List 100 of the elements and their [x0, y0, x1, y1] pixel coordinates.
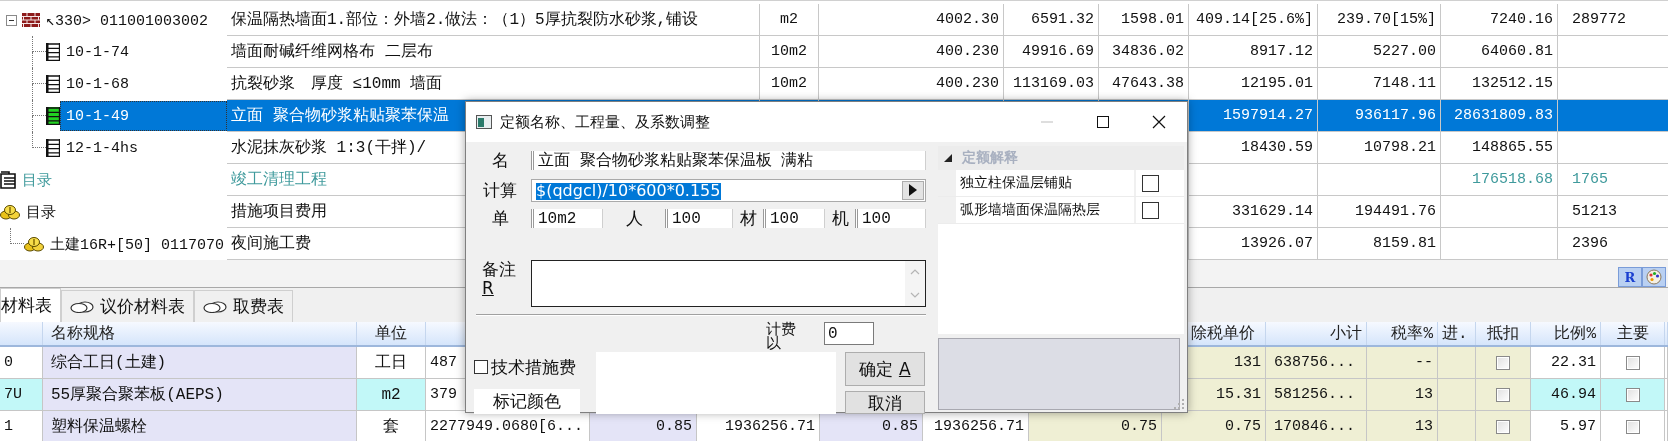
item-code[interactable]: 10-1-74 — [60, 37, 227, 67]
input-field[interactable]: 100 — [855, 209, 926, 228]
table-cell: 13 — [1367, 379, 1438, 411]
mark-color-button[interactable]: 标记颜色 — [474, 389, 580, 414]
table-cell: 18430.59 — [1189, 132, 1318, 164]
checkbox[interactable] — [1625, 387, 1640, 402]
item-code[interactable]: 10-1-68 — [60, 69, 227, 99]
table-cell: 4002.30 — [819, 4, 1004, 36]
table-cell: 28631809.83 — [1441, 100, 1558, 132]
input-field[interactable]: 10m2 — [531, 209, 603, 228]
option-label: 独立柱保温层铺贴 — [956, 170, 1134, 196]
play-button[interactable] — [902, 180, 924, 200]
table-cell: 148865.55 — [1441, 132, 1558, 164]
table-cell: 46.94 — [1531, 379, 1601, 411]
input-field[interactable]: 100 — [665, 209, 733, 228]
tab[interactable]: 议价材料表 — [61, 290, 194, 322]
dialog-button[interactable]: 取消 — [845, 391, 925, 414]
tab[interactable]: 材料表 — [0, 288, 61, 322]
table-cell: 5.97 — [1531, 411, 1601, 441]
table-cell: 638756... — [1266, 347, 1367, 379]
palette-button[interactable] — [1642, 267, 1666, 287]
table-cell: 55厚聚合聚苯板(AEPS) — [43, 379, 357, 411]
table-cell: 5227.00 — [1318, 36, 1441, 68]
table-cell: 7U — [0, 379, 43, 411]
item-code[interactable]: 12-1-4hs — [60, 133, 227, 163]
table-cell: 64060.81 — [1441, 36, 1558, 68]
item-code[interactable]: 10-1-49 — [60, 101, 227, 131]
resize-grip-icon — [1174, 399, 1184, 409]
table-cell: 409.14[25.6%] — [1189, 4, 1318, 36]
play-icon — [909, 184, 917, 196]
checkbox[interactable] — [1142, 201, 1159, 219]
minimize-icon — [1041, 121, 1053, 123]
table-cell: 7240.16 — [1441, 4, 1558, 36]
checkbox[interactable] — [1496, 387, 1510, 402]
brick-wall-icon — [22, 13, 40, 27]
field-label: 人 — [624, 207, 644, 230]
list-icon — [46, 75, 60, 93]
table-cell: 保温隔热墙面1.部位：外墙2.做法：（1）5厚抗裂防水砂浆,铺设 — [227, 4, 760, 36]
checkbox[interactable] — [1625, 355, 1640, 370]
table-cell: 49916.69 — [1004, 36, 1099, 68]
table-cell: 塑料保温螺栓 — [43, 411, 357, 441]
collapse-icon[interactable] — [5, 14, 17, 26]
table-cell: 8917.12 — [1189, 36, 1318, 68]
table-cell: 6591.32 — [1004, 4, 1099, 36]
table-cell: 套 — [357, 411, 426, 441]
option-label: 弧形墙墙面保温隔热层 — [956, 197, 1134, 223]
coins-icon — [24, 236, 44, 252]
table-cell: 10m2 — [760, 36, 819, 68]
r-button[interactable]: R — [1618, 267, 1642, 287]
item-code[interactable]: 目录 — [16, 165, 227, 195]
table-cell: 1597914.27 — [1189, 100, 1318, 132]
column-header[interactable]: 小计 — [1266, 322, 1367, 345]
column-header[interactable]: 进. — [1438, 322, 1476, 345]
close-icon — [1152, 115, 1166, 129]
item-code[interactable]: ↖330> 011001003002 — [40, 5, 227, 35]
checkbox[interactable] — [1496, 355, 1510, 370]
table-cell: 10798.21 — [1318, 132, 1441, 164]
input-field[interactable]: 0 — [824, 322, 874, 345]
table-cell: 331629.14 — [1189, 196, 1318, 228]
palette-icon — [1646, 269, 1662, 285]
maximize-icon — [1097, 116, 1109, 128]
column-header[interactable]: 税率% — [1367, 322, 1438, 345]
table-cell: 194491.76 — [1318, 196, 1441, 228]
item-code[interactable]: 目录 — [20, 197, 227, 227]
table-cell: 0.75 — [1162, 411, 1266, 441]
dialog-title: 定额名称、工程量、及系数调整 — [500, 112, 710, 132]
table-cell: 综合工日(土建) — [43, 347, 357, 379]
table-cell: 1765 — [1558, 164, 1668, 196]
item-code[interactable]: 土建16R+[50] 0117070 — [44, 229, 227, 259]
table-cell: 400.230 — [819, 36, 1004, 68]
scroll-up-icon[interactable] — [910, 269, 920, 276]
table-cell: 51213 — [1558, 196, 1668, 228]
field-label: 材 — [738, 207, 758, 230]
field-label: 备注 R — [481, 260, 517, 298]
field-label: 计费以 — [766, 322, 797, 350]
checkbox[interactable] — [1142, 174, 1159, 192]
table-cell: 墙面耐碱纤维网格布 二层布 — [227, 36, 760, 68]
formula-field[interactable]: $(qdgcl)/10*600*0.155 — [531, 178, 926, 202]
tab[interactable]: 取费表 — [194, 290, 293, 322]
column-header[interactable]: 主要 — [1601, 322, 1665, 345]
table-cell — [1665, 322, 1668, 345]
table-cell: 289772 — [1558, 4, 1668, 36]
column-header[interactable]: 比例% — [1531, 322, 1601, 345]
checkbox[interactable] — [1625, 419, 1640, 434]
table-cell: -- — [1367, 347, 1438, 379]
table-cell: 170846... — [1266, 411, 1367, 441]
remark-field[interactable] — [531, 260, 926, 307]
column-header[interactable]: 抵扣 — [1476, 322, 1531, 345]
table-cell: 581256... — [1266, 379, 1367, 411]
input-field[interactable]: 100 — [763, 209, 825, 228]
name-field[interactable]: 立面 聚合物砂浆粘贴聚苯保温板 满粘 — [531, 150, 926, 170]
column-header[interactable]: 名称规格 — [43, 322, 357, 345]
column-header[interactable]: 单位 — [357, 322, 426, 345]
dialog-button[interactable]: 确定 A — [845, 352, 925, 386]
window-icon — [476, 115, 492, 129]
field-label: 单 — [490, 207, 510, 230]
scroll-down-icon[interactable] — [910, 291, 920, 298]
checkbox[interactable] — [1496, 419, 1510, 434]
table-cell: 936117.96 — [1318, 100, 1441, 132]
table-cell: 1598.01 — [1099, 4, 1189, 36]
